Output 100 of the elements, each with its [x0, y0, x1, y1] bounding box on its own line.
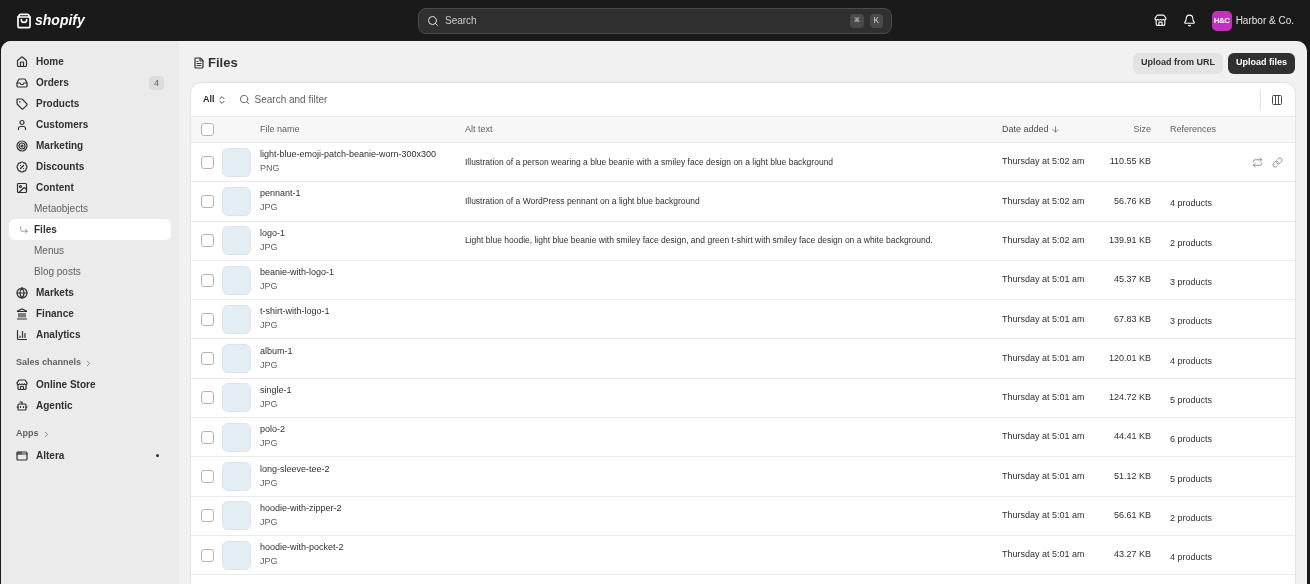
references[interactable]: 3 products — [1170, 316, 1213, 327]
date-added: Thursday at 5:01 am — [1002, 391, 1086, 405]
nav-item[interactable]: Altera — [9, 445, 171, 466]
upload-files-button[interactable]: Upload files — [1228, 52, 1295, 74]
link-icon[interactable] — [1272, 156, 1283, 168]
nav-label: Markets — [36, 286, 75, 300]
checkbox[interactable] — [201, 312, 214, 326]
section-heading[interactable]: Sales channels — [1, 353, 179, 373]
image-thumbnail — [222, 383, 251, 413]
references[interactable]: 2 products — [1170, 237, 1213, 248]
image-thumbnail — [222, 462, 251, 491]
replace-icon[interactable] — [1252, 156, 1263, 168]
column-header[interactable]: References — [1170, 122, 1217, 137]
table-row[interactable]: hoodie-with-pocket-2 JPG Thursday at 5:01 am 43.27 KB 4 products — [191, 535, 1295, 576]
image-thumbnail — [222, 344, 251, 374]
nav-subitem[interactable]: Blog posts — [9, 261, 171, 282]
bell-icon[interactable] — [1182, 14, 1196, 27]
column-header[interactable]: File name — [260, 122, 300, 137]
section-heading[interactable]: Apps — [1, 424, 179, 444]
checkbox[interactable] — [201, 123, 214, 136]
checkbox[interactable] — [201, 470, 214, 483]
file-name[interactable]: single-1 — [260, 383, 465, 397]
nav-item[interactable]: Orders 4 — [9, 72, 171, 93]
nav-item[interactable]: Marketing — [9, 135, 171, 156]
checkbox[interactable] — [201, 234, 214, 248]
references[interactable]: 5 products — [1170, 473, 1213, 484]
file-name[interactable]: hoodie-with-zipper-2 — [260, 501, 465, 515]
file-type: JPG — [260, 201, 279, 215]
table-row[interactable]: t-shirt-with-logo-1 JPG Thursday at 5:01 am 67.83 KB 3 products — [191, 300, 1295, 340]
logo[interactable]: shopify — [35, 10, 85, 31]
date-added: Thursday at 5:01 am — [1002, 548, 1086, 562]
table-row[interactable]: logo-1 JPG Light blue hoodie, light blue beanie with smiley face design, and green t-shirt with smiley face design on a white background. Thursday at 5:02 am 139.91 KB 2 products — [191, 221, 1295, 261]
date-added: Thursday at 5:01 am — [1002, 430, 1086, 444]
search-filter-field[interactable]: Search and filter — [238, 92, 1250, 107]
store-name[interactable]: Harbor & Co. — [1235, 13, 1294, 28]
table-row[interactable]: hoodie-with-zipper-2 JPG Thursday at 5:01 am 56.61 KB 2 products — [191, 496, 1295, 536]
store-avatar[interactable]: H&C — [1211, 10, 1232, 31]
column-header[interactable]: Alt text — [465, 122, 493, 137]
checkbox[interactable] — [201, 509, 214, 523]
nav-item[interactable]: Customers — [9, 114, 171, 135]
file-name[interactable]: logo-1 — [260, 226, 465, 240]
column-header[interactable]: Size — [1133, 122, 1151, 137]
nav-subitem[interactable]: Files — [9, 219, 171, 240]
target-icon — [16, 139, 28, 152]
nav-item[interactable]: Analytics — [9, 324, 171, 345]
nav-item[interactable]: Finance — [9, 303, 171, 324]
file-type: JPG — [260, 437, 279, 451]
table-row[interactable]: album-1 JPG Thursday at 5:01 am 120.01 KB 4 products — [191, 339, 1295, 379]
file-size: 67.83 KB — [1112, 312, 1151, 326]
nav-item[interactable]: Home — [9, 51, 171, 72]
references[interactable]: 4 products — [1170, 198, 1213, 209]
table-row[interactable]: pennant-1 JPG Illustration of a WordPress pennant on a light blue background Thursday at 5:02 am 56.76 KB 4 products — [191, 182, 1295, 222]
column-header[interactable]: Date added — [1002, 122, 1049, 137]
search-field[interactable]: Search ⌘ K — [418, 7, 892, 34]
table-row[interactable]: polo-2 JPG Thursday at 5:01 am 44.41 KB 6 products — [191, 418, 1295, 458]
nav-item[interactable]: Content — [9, 177, 171, 198]
checkbox[interactable] — [201, 391, 214, 405]
checkbox[interactable] — [201, 273, 214, 287]
image-icon — [16, 181, 28, 194]
file-name[interactable]: beanie-with-logo-1 — [260, 266, 465, 280]
references[interactable]: 4 products — [1170, 552, 1213, 563]
file-icon — [193, 57, 205, 69]
search-icon — [238, 94, 250, 105]
table-row[interactable]: long-sleeve-tee-2 JPG Thursday at 5:01 am 51.12 KB 5 products — [191, 457, 1295, 497]
references[interactable]: 5 products — [1170, 394, 1213, 405]
references[interactable]: 4 products — [1170, 355, 1213, 366]
file-name[interactable]: album-1 — [260, 344, 465, 358]
checkbox[interactable] — [201, 430, 214, 444]
branch-icon — [19, 224, 29, 235]
store-icon[interactable] — [1153, 14, 1167, 27]
table-row[interactable]: single-1 JPG Thursday at 5:01 am 124.72 KB 5 products — [191, 378, 1295, 419]
checkbox[interactable] — [201, 155, 214, 169]
file-name[interactable]: hoodie-with-pocket-2 — [260, 541, 465, 555]
checkbox[interactable] — [201, 548, 214, 562]
nav-subitem[interactable]: Metaobjects — [9, 198, 171, 219]
references[interactable]: 2 products — [1170, 512, 1213, 523]
file-type: JPG — [260, 397, 279, 411]
nav-item[interactable]: Products — [9, 93, 171, 114]
file-name[interactable]: long-sleeve-tee-2 — [260, 462, 465, 476]
references[interactable]: 3 products — [1170, 277, 1213, 288]
upload-url-button[interactable]: Upload from URL — [1133, 52, 1223, 74]
nav-label: Orders — [36, 76, 70, 90]
checkbox[interactable] — [201, 352, 214, 366]
file-name[interactable]: light-blue-emoji-patch-beanie-worn-300x300 — [260, 148, 465, 162]
view-selector[interactable]: All — [203, 92, 227, 107]
references[interactable]: 6 products — [1170, 434, 1213, 445]
nav-item[interactable]: Online Store — [9, 374, 171, 395]
nav-item[interactable]: Discounts — [9, 156, 171, 177]
checkbox[interactable] — [201, 194, 214, 208]
file-name[interactable]: polo-2 — [260, 423, 465, 437]
file-name[interactable]: pennant-1 — [260, 187, 465, 201]
table-row[interactable]: light-blue-emoji-patch-beanie-worn-300x300 PNG Illustration of a person wearing a blue beanie with a smiley face design on a light blue background Thursday at 5:02 am 110.55 KB — [191, 143, 1295, 183]
nav-item[interactable]: Markets — [9, 282, 171, 303]
nav-subitem[interactable]: Menus — [9, 240, 171, 261]
file-size: 110.55 KB — [1108, 155, 1151, 169]
table-row[interactable]: beanie-with-logo-1 JPG Thursday at 5:01 am 45.37 KB 3 products — [191, 260, 1295, 301]
columns-icon[interactable] — [1271, 93, 1283, 106]
file-name[interactable]: t-shirt-with-logo-1 — [260, 305, 465, 319]
nav-item[interactable]: Agentic — [9, 395, 171, 416]
percent-badge-icon — [16, 160, 28, 173]
